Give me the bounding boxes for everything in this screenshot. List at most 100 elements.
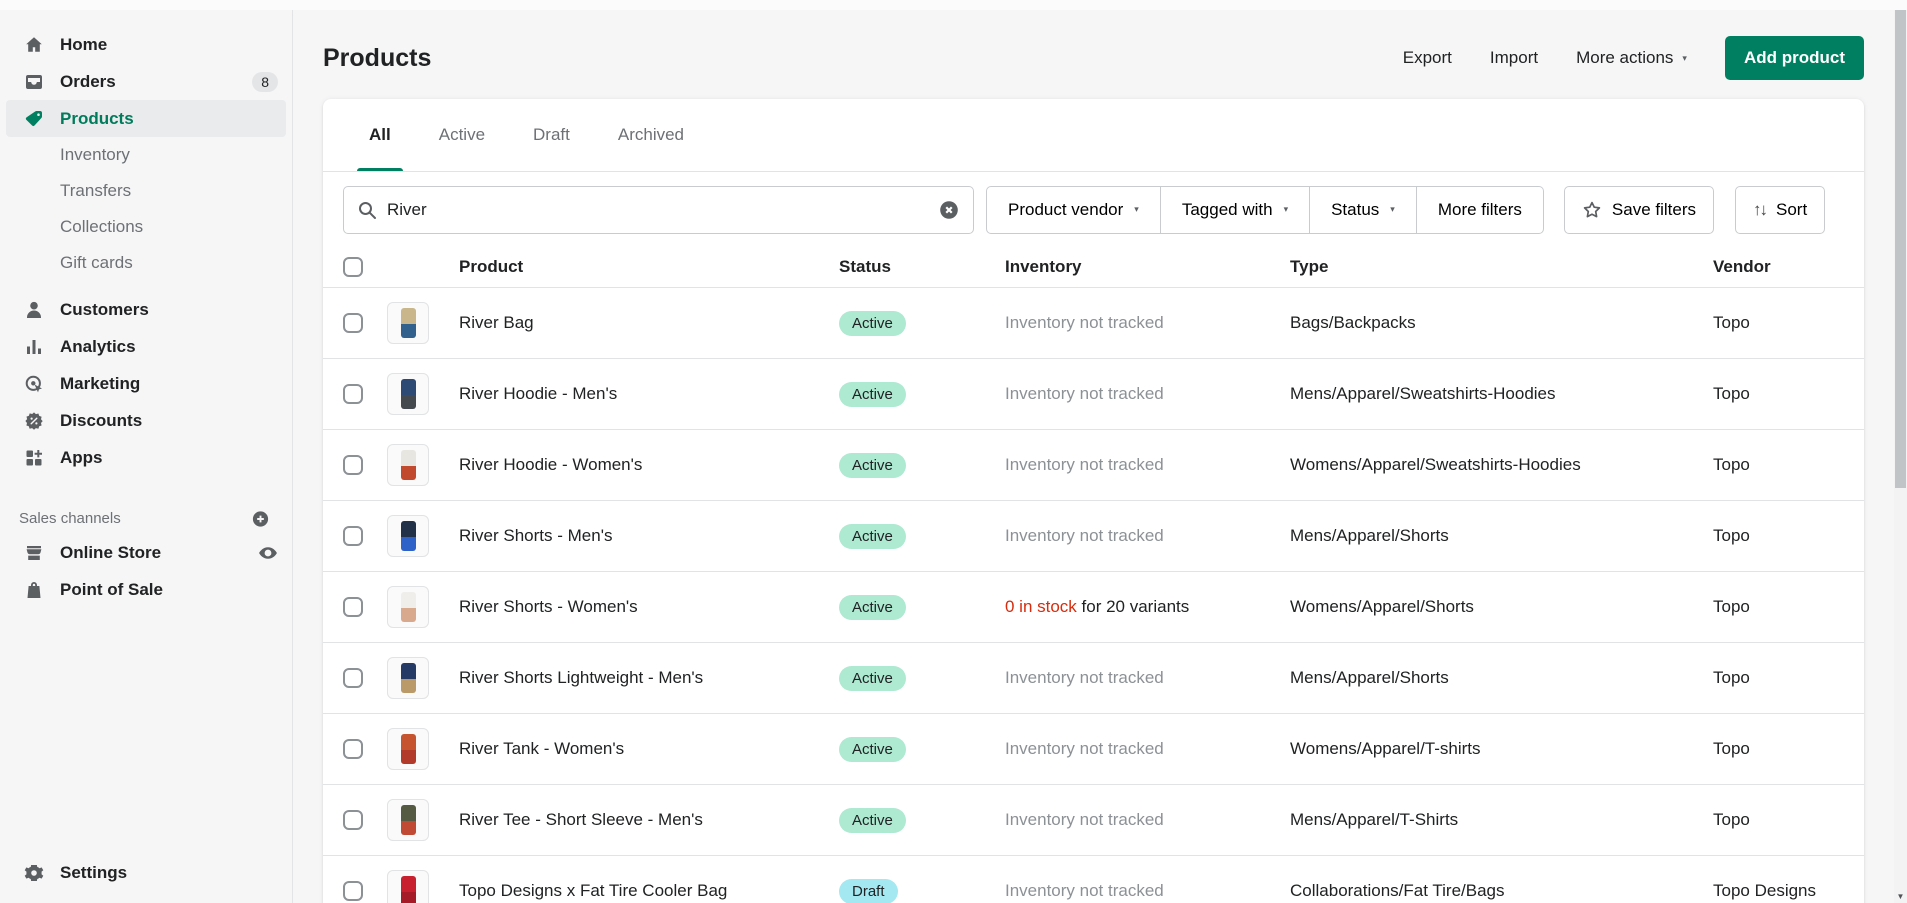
status-badge: Active [839,737,906,762]
row-checkbox[interactable] [343,597,363,617]
eye-icon[interactable] [258,543,278,563]
plus-circle-icon[interactable] [251,509,270,528]
product-thumbnail [387,799,429,841]
export-button[interactable]: Export [1403,48,1452,68]
save-filters-button[interactable]: Save filters [1564,186,1714,234]
vendor-cell: Topo [1713,597,1844,617]
row-checkbox[interactable] [343,455,363,475]
row-checkbox[interactable] [343,810,363,830]
tab-draft[interactable]: Draft [509,99,594,171]
more-filters-button[interactable]: More filters [1417,186,1544,234]
add-product-button[interactable]: Add product [1725,36,1864,80]
vertical-scrollbar[interactable]: ▼ [1894,10,1907,903]
sidebar-item-products[interactable]: Products [6,100,286,137]
product-thumbnail [387,728,429,770]
sort-label: Sort [1776,200,1807,220]
product-thumbnail [387,657,429,699]
tab-active[interactable]: Active [415,99,509,171]
product-name-link[interactable]: River Bag [459,313,839,333]
sidebar-item-label: Discounts [60,411,142,431]
product-name-link[interactable]: River Shorts Lightweight - Men's [459,668,839,688]
sidebar-item-label: Customers [60,300,149,320]
sidebar-item-home[interactable]: Home [0,26,292,63]
chevron-down-icon: ▾ [1682,54,1687,63]
scrollbar-down-arrow-icon[interactable]: ▼ [1894,890,1907,903]
sidebar-item-point-of-sale[interactable]: Point of Sale [0,571,292,608]
inventory-text: Inventory not tracked [1005,881,1164,900]
row-checkbox[interactable] [343,313,363,333]
vendor-cell: Topo [1713,810,1844,830]
row-checkbox[interactable] [343,384,363,404]
vendor-cell: Topo [1713,526,1844,546]
sidebar-item-transfers[interactable]: Transfers [0,173,292,209]
vendor-cell: Topo [1713,455,1844,475]
sidebar-item-settings[interactable]: Settings [0,854,292,891]
filter-status-button[interactable]: Status▾ [1310,186,1417,234]
filter-bar: Product vendor▾Tagged with▾Status▾More f… [323,172,1864,247]
type-cell: Mens/Apparel/Shorts [1290,668,1713,688]
table-row[interactable]: River Shorts Lightweight - Men's Active … [323,643,1864,714]
discount-badge-icon [24,411,44,431]
inventory-cell: Inventory not tracked [1005,526,1290,546]
product-name-link[interactable]: River Tank - Women's [459,739,839,759]
product-name-link[interactable]: River Shorts - Women's [459,597,839,617]
sidebar-item-label: Transfers [60,181,131,201]
sidebar-item-orders[interactable]: Orders8 [0,63,292,100]
tab-all[interactable]: All [345,99,415,171]
sidebar-item-apps[interactable]: Apps [0,439,292,476]
sidebar-item-analytics[interactable]: Analytics [0,328,292,365]
inventory-text: Inventory not tracked [1005,739,1164,758]
search-box[interactable] [343,186,974,234]
product-thumbnail [387,870,429,903]
status-badge: Active [839,311,906,336]
row-checkbox[interactable] [343,526,363,546]
vendor-cell: Topo [1713,384,1844,404]
apps-icon [24,448,44,468]
search-icon [357,200,377,220]
row-checkbox[interactable] [343,668,363,688]
sidebar-item-customers[interactable]: Customers [0,291,292,328]
sidebar-item-discounts[interactable]: Discounts [0,402,292,439]
tab-archived[interactable]: Archived [594,99,708,171]
search-input[interactable] [387,200,928,220]
sort-button[interactable]: ↑↓ Sort [1735,186,1825,234]
row-checkbox[interactable] [343,739,363,759]
table-body: River Bag Active Inventory not tracked B… [323,288,1864,903]
page-header: Products Export Import More actions ▾ Ad… [323,36,1864,80]
vendor-cell: Topo Designs [1713,881,1844,901]
filter-tagged-with-button[interactable]: Tagged with▾ [1161,186,1310,234]
table-row[interactable]: River Shorts - Women's Active 0 in stock… [323,572,1864,643]
table-row[interactable]: River Shorts - Men's Active Inventory no… [323,501,1864,572]
vendor-cell: Topo [1713,739,1844,759]
table-row[interactable]: River Tee - Short Sleeve - Men's Active … [323,785,1864,856]
tabs-bar: AllActiveDraftArchived [323,99,1864,172]
vendor-cell: Topo [1713,313,1844,333]
product-name-link[interactable]: Topo Designs x Fat Tire Cooler Bag [459,881,839,901]
sidebar-item-marketing[interactable]: Marketing [0,365,292,402]
column-header-product: Product [459,257,839,277]
scrollbar-thumb[interactable] [1895,10,1906,488]
more-actions-button[interactable]: More actions ▾ [1576,48,1687,68]
table-row[interactable]: River Hoodie - Women's Active Inventory … [323,430,1864,501]
sidebar-item-label: Analytics [60,337,136,357]
product-name-link[interactable]: River Tee - Short Sleeve - Men's [459,810,839,830]
import-button[interactable]: Import [1490,48,1538,68]
table-row[interactable]: River Bag Active Inventory not tracked B… [323,288,1864,359]
table-row[interactable]: Topo Designs x Fat Tire Cooler Bag Draft… [323,856,1864,903]
clear-search-icon[interactable] [938,199,960,221]
sidebar-item-label: Collections [60,217,143,237]
row-checkbox[interactable] [343,881,363,901]
product-name-link[interactable]: River Shorts - Men's [459,526,839,546]
product-name-link[interactable]: River Hoodie - Men's [459,384,839,404]
filter-product-vendor-button[interactable]: Product vendor▾ [986,186,1161,234]
sidebar-item-gift-cards[interactable]: Gift cards [0,245,292,281]
sidebar-item-inventory[interactable]: Inventory [0,137,292,173]
select-all-checkbox[interactable] [343,257,363,277]
sidebar-item-label: Gift cards [60,253,133,273]
sidebar-item-online-store[interactable]: Online Store [0,534,292,571]
product-name-link[interactable]: River Hoodie - Women's [459,455,839,475]
table-row[interactable]: River Tank - Women's Active Inventory no… [323,714,1864,785]
sidebar-item-collections[interactable]: Collections [0,209,292,245]
table-row[interactable]: River Hoodie - Men's Active Inventory no… [323,359,1864,430]
column-header-inventory: Inventory [1005,257,1290,277]
